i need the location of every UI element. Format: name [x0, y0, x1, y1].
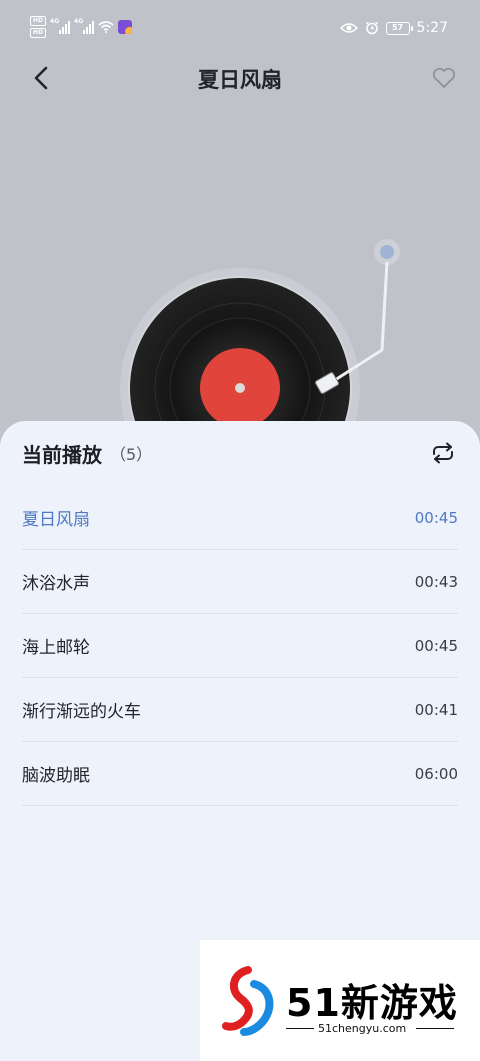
battery-icon: 57	[385, 21, 413, 35]
playlist-count: （5）	[110, 445, 153, 464]
network-type: 4G	[74, 18, 84, 25]
signal-icon: 4G	[50, 18, 71, 34]
vinyl-record-player	[120, 239, 400, 430]
status-bar: HD HD 4G 4G 57 5:27	[0, 0, 480, 58]
track-duration: 00:41	[414, 700, 458, 719]
alarm-icon	[365, 21, 378, 35]
track-name: 海上邮轮	[22, 638, 90, 658]
status-right: 57 5:27	[339, 20, 448, 36]
track-duration: 06:00	[414, 764, 458, 783]
status-time: 5:27	[416, 20, 448, 36]
loop-mode-button[interactable]	[428, 438, 458, 468]
track-name: 脑波助眠	[22, 766, 90, 786]
playlist-header: 当前播放 （5）	[22, 437, 458, 469]
track-list: 夏日风扇 00:45 沐浴水声 00:43 海上邮轮 00:45 渐行渐远的火车…	[22, 486, 458, 806]
track-item[interactable]: 脑波助眠 06:00	[22, 742, 458, 806]
watermark-logo	[222, 966, 274, 1036]
watermark-url: 51chengyu.com	[318, 1022, 407, 1035]
track-name: 渐行渐远的火车	[22, 702, 141, 722]
eye-icon	[339, 23, 358, 33]
track-name: 夏日风扇	[22, 510, 90, 530]
watermark-divider	[416, 1028, 454, 1029]
hd-badge: HD	[30, 28, 47, 38]
playlist-title: 当前播放	[22, 442, 102, 467]
page-title: 夏日风扇	[198, 68, 282, 92]
app-notification-icon	[118, 20, 133, 34]
track-duration: 00:45	[414, 636, 458, 655]
track-name: 沐浴水声	[22, 574, 90, 594]
track-duration: 00:43	[414, 572, 458, 591]
favorite-button[interactable]	[430, 64, 458, 92]
track-item-current[interactable]: 夏日风扇 00:45	[22, 486, 458, 550]
track-item[interactable]: 渐行渐远的火车 00:41	[22, 678, 458, 742]
hd-badge: HD	[30, 16, 47, 26]
status-left: HD HD 4G 4G	[30, 16, 133, 38]
site-watermark: 51新游戏 51chengyu.com	[200, 940, 480, 1061]
hd-indicator: HD HD	[30, 16, 47, 38]
track-item[interactable]: 沐浴水声 00:43	[22, 550, 458, 614]
track-item[interactable]: 海上邮轮 00:45	[22, 614, 458, 678]
network-type: 4G	[50, 18, 60, 25]
track-duration: 00:45	[414, 508, 458, 527]
watermark-divider	[286, 1028, 314, 1029]
signal-icon: 4G	[74, 18, 95, 34]
wifi-icon	[98, 21, 114, 33]
watermark-brand: 51新游戏	[286, 981, 458, 1025]
repeat-icon	[433, 442, 453, 464]
heart-icon	[433, 68, 455, 88]
